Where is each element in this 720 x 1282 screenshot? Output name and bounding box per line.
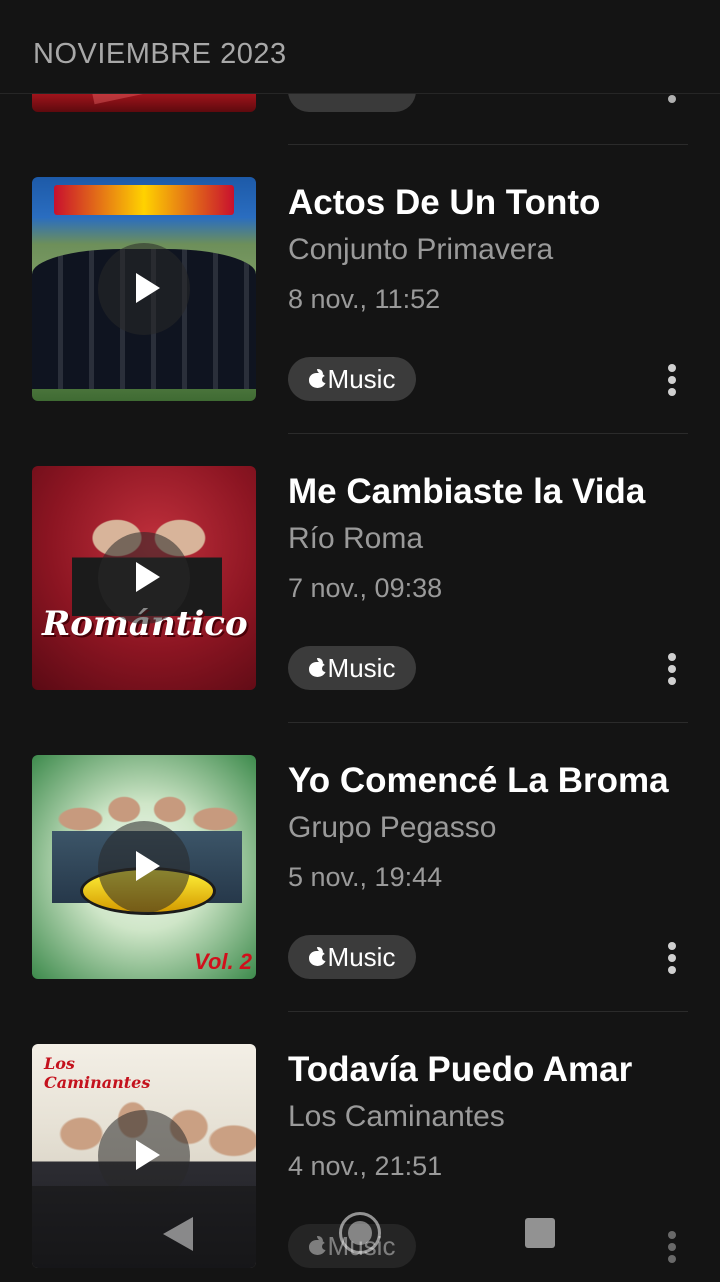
history-screen: NOVIEMBRE 2023 Actos De Un Tonto Conjunt… — [0, 0, 720, 1282]
nav-recents-icon[interactable] — [525, 1218, 555, 1248]
section-title: NOVIEMBRE 2023 — [33, 38, 287, 70]
play-icon — [136, 562, 160, 592]
album-banner — [54, 185, 234, 215]
song-row[interactable]: Actos De Un Tonto Conjunto Primavera 8 n… — [0, 145, 720, 434]
song-title[interactable]: Yo Comencé La Broma — [288, 761, 669, 801]
album-volume-label: Vol. 2 — [194, 949, 252, 974]
song-date: 8 nov., 11:52 — [288, 284, 441, 314]
apple-music-label: Music — [327, 652, 396, 683]
apple-music-button[interactable]: Music — [288, 935, 416, 979]
apple-logo-icon — [308, 946, 329, 966]
song-artist: Grupo Pegasso — [288, 811, 497, 844]
more-options-button[interactable] — [655, 358, 689, 402]
apple-music-label: Music — [327, 941, 396, 972]
more-options-partial[interactable] — [668, 95, 676, 103]
more-vertical-icon — [668, 653, 676, 661]
system-navigation-bar — [0, 1186, 720, 1282]
apple-music-label: Music — [327, 363, 396, 394]
song-artist: Los Caminantes — [288, 1100, 505, 1133]
apple-logo-icon — [308, 368, 329, 388]
more-vertical-icon — [668, 942, 676, 950]
song-date: 5 nov., 19:44 — [288, 862, 443, 892]
play-icon — [136, 1140, 160, 1170]
album-cover-title: Los Caminantes — [44, 1054, 151, 1092]
more-options-button[interactable] — [655, 936, 689, 980]
more-options-button[interactable] — [655, 647, 689, 691]
song-date: 4 nov., 21:51 — [288, 1151, 443, 1181]
song-row[interactable]: Vol. 2 Yo Comencé La Broma Grupo Pegasso… — [0, 723, 720, 1012]
song-title[interactable]: Actos De Un Tonto — [288, 183, 600, 223]
song-artist: Conjunto Primavera — [288, 233, 554, 266]
album-cover[interactable]: Romántico — [32, 466, 256, 690]
play-icon — [136, 273, 160, 303]
section-header: NOVIEMBRE 2023 — [0, 0, 720, 94]
play-icon — [136, 851, 160, 881]
song-title[interactable]: Me Cambiaste la Vida — [288, 472, 645, 512]
album-cover[interactable]: Vol. 2 — [32, 755, 256, 979]
song-row[interactable]: Romántico Me Cambiaste la Vida Río Roma … — [0, 434, 720, 723]
apple-logo-icon — [308, 657, 329, 677]
more-vertical-icon — [668, 364, 676, 372]
apple-music-button[interactable]: Music — [288, 646, 416, 690]
song-artist: Río Roma — [288, 522, 424, 555]
nav-back-icon[interactable] — [163, 1217, 193, 1251]
song-title[interactable]: Todavía Puedo Amar — [288, 1050, 632, 1090]
album-cover[interactable] — [32, 177, 256, 401]
nav-home-icon[interactable] — [339, 1212, 381, 1254]
apple-music-button[interactable]: Music — [288, 357, 416, 401]
song-date: 7 nov., 09:38 — [288, 573, 443, 603]
